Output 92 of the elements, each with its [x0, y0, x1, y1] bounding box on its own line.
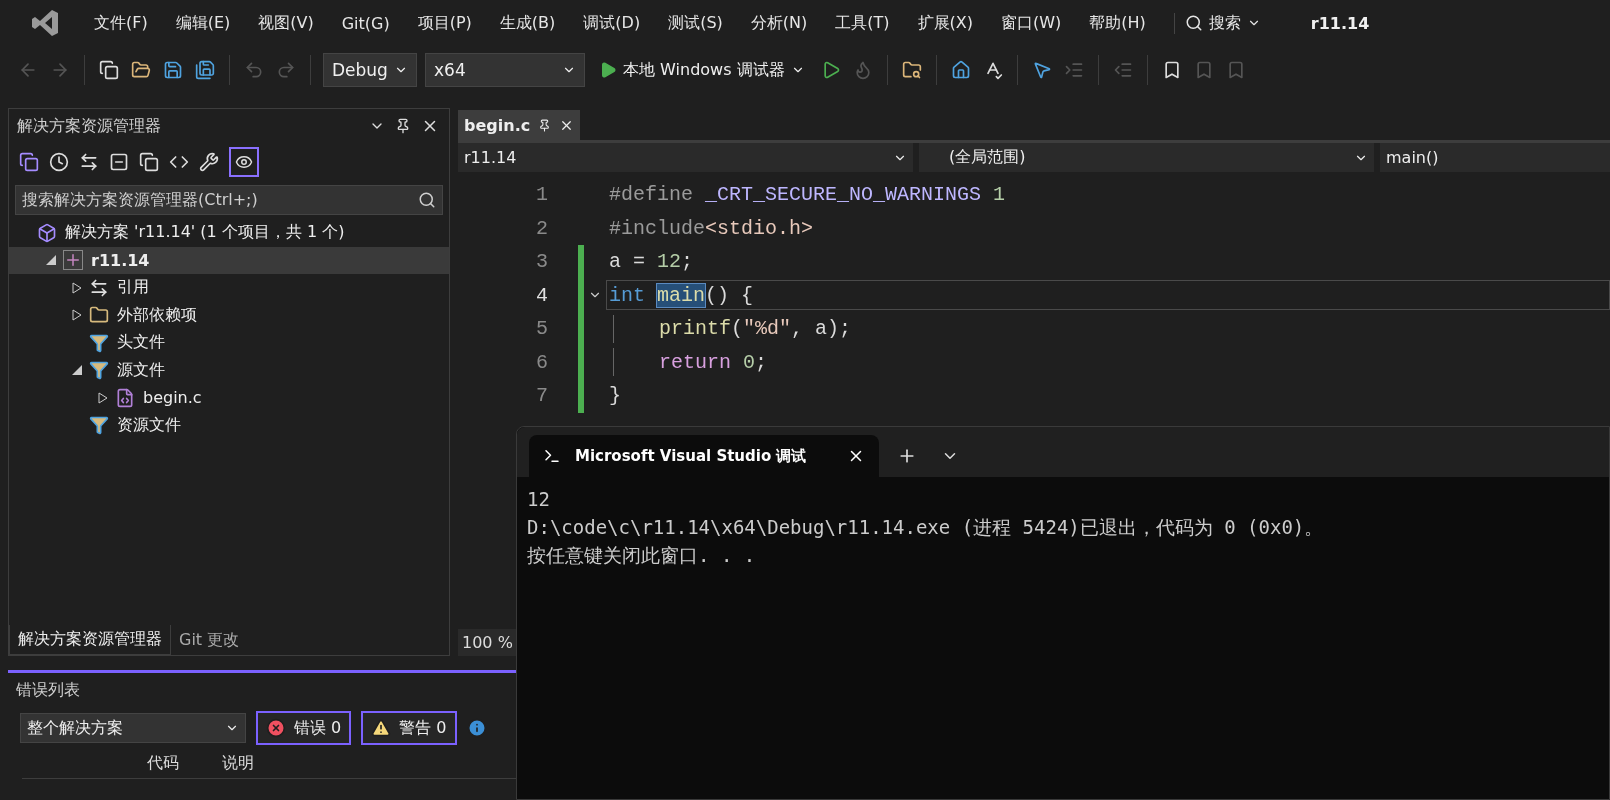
- solution-icon: [37, 222, 57, 243]
- tree-row[interactable]: 引用: [9, 274, 449, 302]
- menu-item[interactable]: 调试(D): [569, 12, 655, 34]
- project-dropdown[interactable]: r11.14: [458, 143, 913, 172]
- panel-tab[interactable]: 解决方案资源管理器: [9, 625, 171, 655]
- column-header[interactable]: 说明: [222, 753, 297, 774]
- scope-dropdown[interactable]: (全局范围): [919, 143, 1374, 172]
- filter-folder-icon: [89, 360, 109, 381]
- search-button[interactable]: 搜索: [1173, 12, 1271, 34]
- terminal-output-line: 按任意键关闭此窗口. . .: [527, 543, 757, 568]
- info-icon[interactable]: [466, 718, 487, 738]
- preview-toggle[interactable]: [229, 147, 259, 177]
- search-icon: [1184, 14, 1203, 32]
- solution-view-icon[interactable]: [19, 152, 39, 172]
- sync-icon[interactable]: [79, 152, 99, 172]
- terminal-icon: [543, 447, 561, 465]
- tree-row[interactable]: 资源文件: [9, 411, 449, 439]
- tree-row[interactable]: 解决方案 'r11.14' (1 个项目，共 1 个): [9, 219, 449, 247]
- panel-tab[interactable]: Git 更改: [171, 625, 248, 655]
- menu-item[interactable]: Git(G): [327, 13, 404, 33]
- window-title: r11.14: [1310, 13, 1370, 33]
- tree-label: 外部依赖项: [117, 304, 197, 326]
- tree-label: 源文件: [117, 359, 165, 381]
- code-line: #include<stdio.h>: [608, 215, 815, 242]
- wrench-icon[interactable]: [199, 152, 219, 172]
- line-number: 5: [535, 317, 548, 341]
- menu-item[interactable]: 生成(B): [485, 12, 570, 34]
- c-file-icon: [115, 387, 135, 408]
- zoom-level[interactable]: 100 %: [458, 629, 517, 656]
- menu-item[interactable]: 帮助(H): [1075, 12, 1160, 34]
- menu-item[interactable]: 测试(S): [654, 12, 737, 34]
- line-number: 3: [535, 250, 548, 274]
- new-item-icon[interactable]: [97, 58, 121, 82]
- terminal-output-line: 12: [527, 487, 551, 512]
- panel-title: 错误列表: [16, 679, 80, 701]
- project-icon: [63, 250, 83, 271]
- line-number: 2: [535, 216, 548, 240]
- menu-item[interactable]: 项目(P): [403, 12, 486, 34]
- menu-item[interactable]: 扩展(X): [903, 12, 987, 34]
- copy-icon[interactable]: [139, 152, 159, 172]
- line-number: 1: [535, 183, 548, 207]
- column-header[interactable]: 代码: [147, 753, 222, 774]
- member-dropdown[interactable]: main(): [1380, 143, 1610, 172]
- line-number: 7: [535, 384, 548, 408]
- preview-icon: [235, 153, 253, 171]
- tree-label: 引用: [117, 277, 149, 299]
- collapse-all-icon[interactable]: [109, 152, 129, 172]
- line-number: 6: [535, 350, 548, 374]
- search-icon: [418, 191, 436, 209]
- pin-icon[interactable]: [538, 118, 552, 132]
- panel-title: 解决方案资源管理器: [17, 115, 161, 137]
- terminal-tab[interactable]: Microsoft Visual Studio 调试: [529, 435, 879, 477]
- save-all-icon[interactable]: [193, 58, 217, 82]
- tree-label: 头文件: [117, 332, 165, 354]
- configuration-dropdown[interactable]: Debug: [323, 53, 417, 87]
- code-line: a = 12;: [608, 249, 695, 276]
- code-line: }: [608, 383, 622, 410]
- tree-label: r11.14: [91, 250, 150, 270]
- code-line: #define _CRT_SECURE_NO_WARNINGS 1: [608, 182, 1007, 209]
- warning-icon: [371, 718, 392, 738]
- folder-icon: [89, 305, 109, 326]
- app-logo-icon: [30, 8, 60, 38]
- error-icon: [266, 718, 286, 738]
- menu-item[interactable]: 编辑(E): [161, 12, 245, 34]
- pin-icon[interactable]: [395, 118, 411, 134]
- terminal-output-line: D:\code\c\r11.14\x64\Debug\r11.14.exe (进程 5424)已退出，代码为 0 (0x0)。: [527, 515, 1325, 540]
- tree-row[interactable]: begin.c: [9, 384, 449, 412]
- tree-row[interactable]: r11.14: [9, 246, 449, 274]
- search-field[interactable]: 搜索解决方案资源管理器(Ctrl+;): [15, 185, 443, 215]
- editor-tab[interactable]: begin.c: [458, 110, 581, 140]
- line-number: 4: [535, 283, 548, 307]
- menu-item[interactable]: 视图(V): [244, 12, 328, 34]
- filter-folder-icon: [89, 415, 109, 436]
- menu-item[interactable]: 文件(F): [80, 12, 162, 34]
- tree-row[interactable]: 外部依赖项: [9, 301, 449, 329]
- menu-item[interactable]: 分析(N): [736, 12, 822, 34]
- warning-filter-button[interactable]: 警告 0: [361, 711, 457, 745]
- tree-label: 解决方案 'r11.14' (1 个项目，共 1 个): [65, 222, 345, 244]
- references-icon: [89, 277, 109, 298]
- run-debugger-button[interactable]: 本地 Windows 调试器: [593, 58, 811, 82]
- filter-folder-icon: [89, 332, 109, 353]
- tree-row[interactable]: 源文件: [9, 356, 449, 384]
- menu-item[interactable]: 窗口(W): [986, 12, 1076, 34]
- menu-item[interactable]: 工具(T): [821, 12, 904, 34]
- history-icon[interactable]: [49, 152, 69, 172]
- error-filter-button[interactable]: 错误 0: [256, 711, 352, 745]
- scope-dropdown[interactable]: 整个解决方案: [20, 713, 246, 743]
- tree-label: begin.c: [143, 388, 202, 408]
- platform-dropdown[interactable]: x64: [425, 53, 585, 87]
- tree-label: 资源文件: [117, 414, 181, 436]
- tree-row[interactable]: 头文件: [9, 329, 449, 357]
- play-icon: [599, 61, 617, 79]
